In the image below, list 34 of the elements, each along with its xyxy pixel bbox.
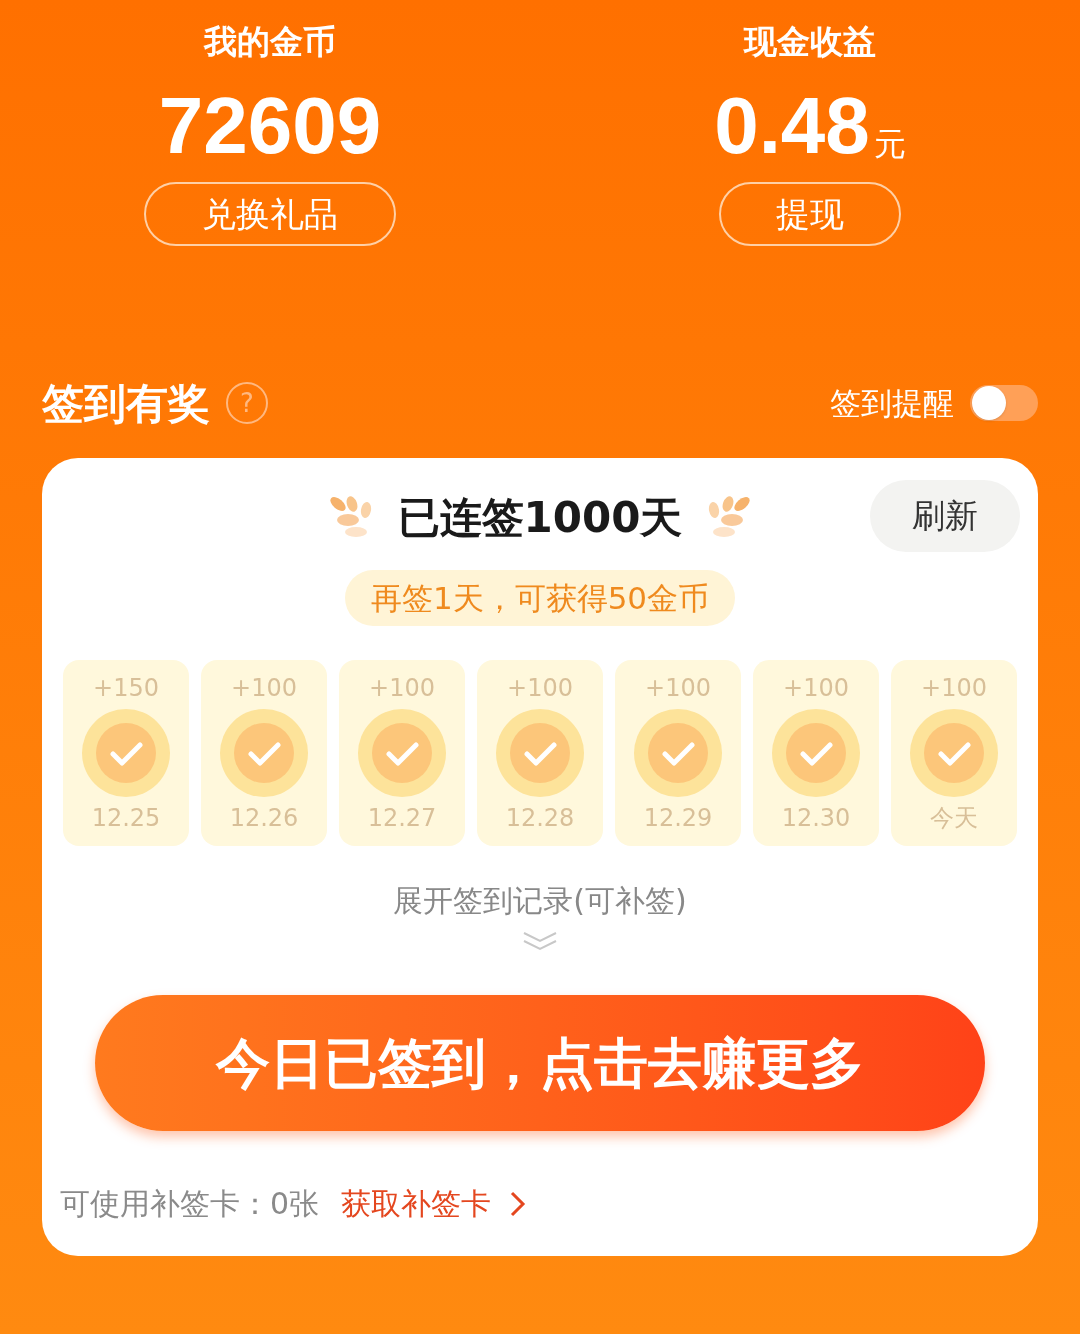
stat-button[interactable]: 提现 [719, 182, 901, 246]
day-date: 12.27 [367, 803, 437, 834]
chevron-right-icon [509, 1189, 528, 1218]
reward-amount: +100 [231, 673, 297, 704]
day-date: 12.25 [91, 803, 161, 834]
reward-hint: 再签1天，可获得50金币 [344, 570, 736, 626]
double-chevron-down-icon [522, 929, 558, 953]
help-button[interactable]: ? [226, 382, 268, 424]
stat-title: 我的金币 [204, 21, 336, 63]
unit-label: 元 [873, 124, 906, 164]
reward-amount: +150 [93, 673, 159, 704]
day-date: 12.28 [505, 803, 575, 834]
stat-title: 现金收益 [744, 21, 876, 63]
stat-value: 72609 [158, 80, 382, 172]
stat-value: 0.48 [714, 80, 870, 172]
stat-button[interactable]: 兑换礼品 [144, 182, 396, 246]
refresh-button[interactable]: 刷新 [870, 480, 1020, 552]
reward-amount: +100 [369, 673, 435, 704]
day-date: 12.29 [643, 803, 713, 834]
reward-amount: +100 [921, 673, 987, 704]
reward-amount: +100 [783, 673, 849, 704]
reminder-switch[interactable] [970, 385, 1038, 421]
reward-amount: +100 [507, 673, 573, 704]
section-title: 签到有奖 [42, 377, 210, 430]
day-date: 12.26 [229, 803, 299, 834]
expand-link[interactable]: 展开签到记录(可补签) [393, 878, 687, 923]
get-makeup-card-link[interactable]: 获取补签卡 [341, 1181, 492, 1226]
reminder-label: 签到提醒 [830, 383, 954, 423]
earn-more-button[interactable]: 今日已签到，点击去赚更多 [95, 995, 985, 1131]
day-date: 12.30 [781, 803, 851, 834]
reward-amount: +100 [645, 673, 711, 704]
makeup-card-count: 可使用补签卡：0张 [60, 1185, 320, 1223]
day-date: 今天 [930, 803, 978, 834]
streak-title: 已连签1000天 [397, 491, 683, 544]
